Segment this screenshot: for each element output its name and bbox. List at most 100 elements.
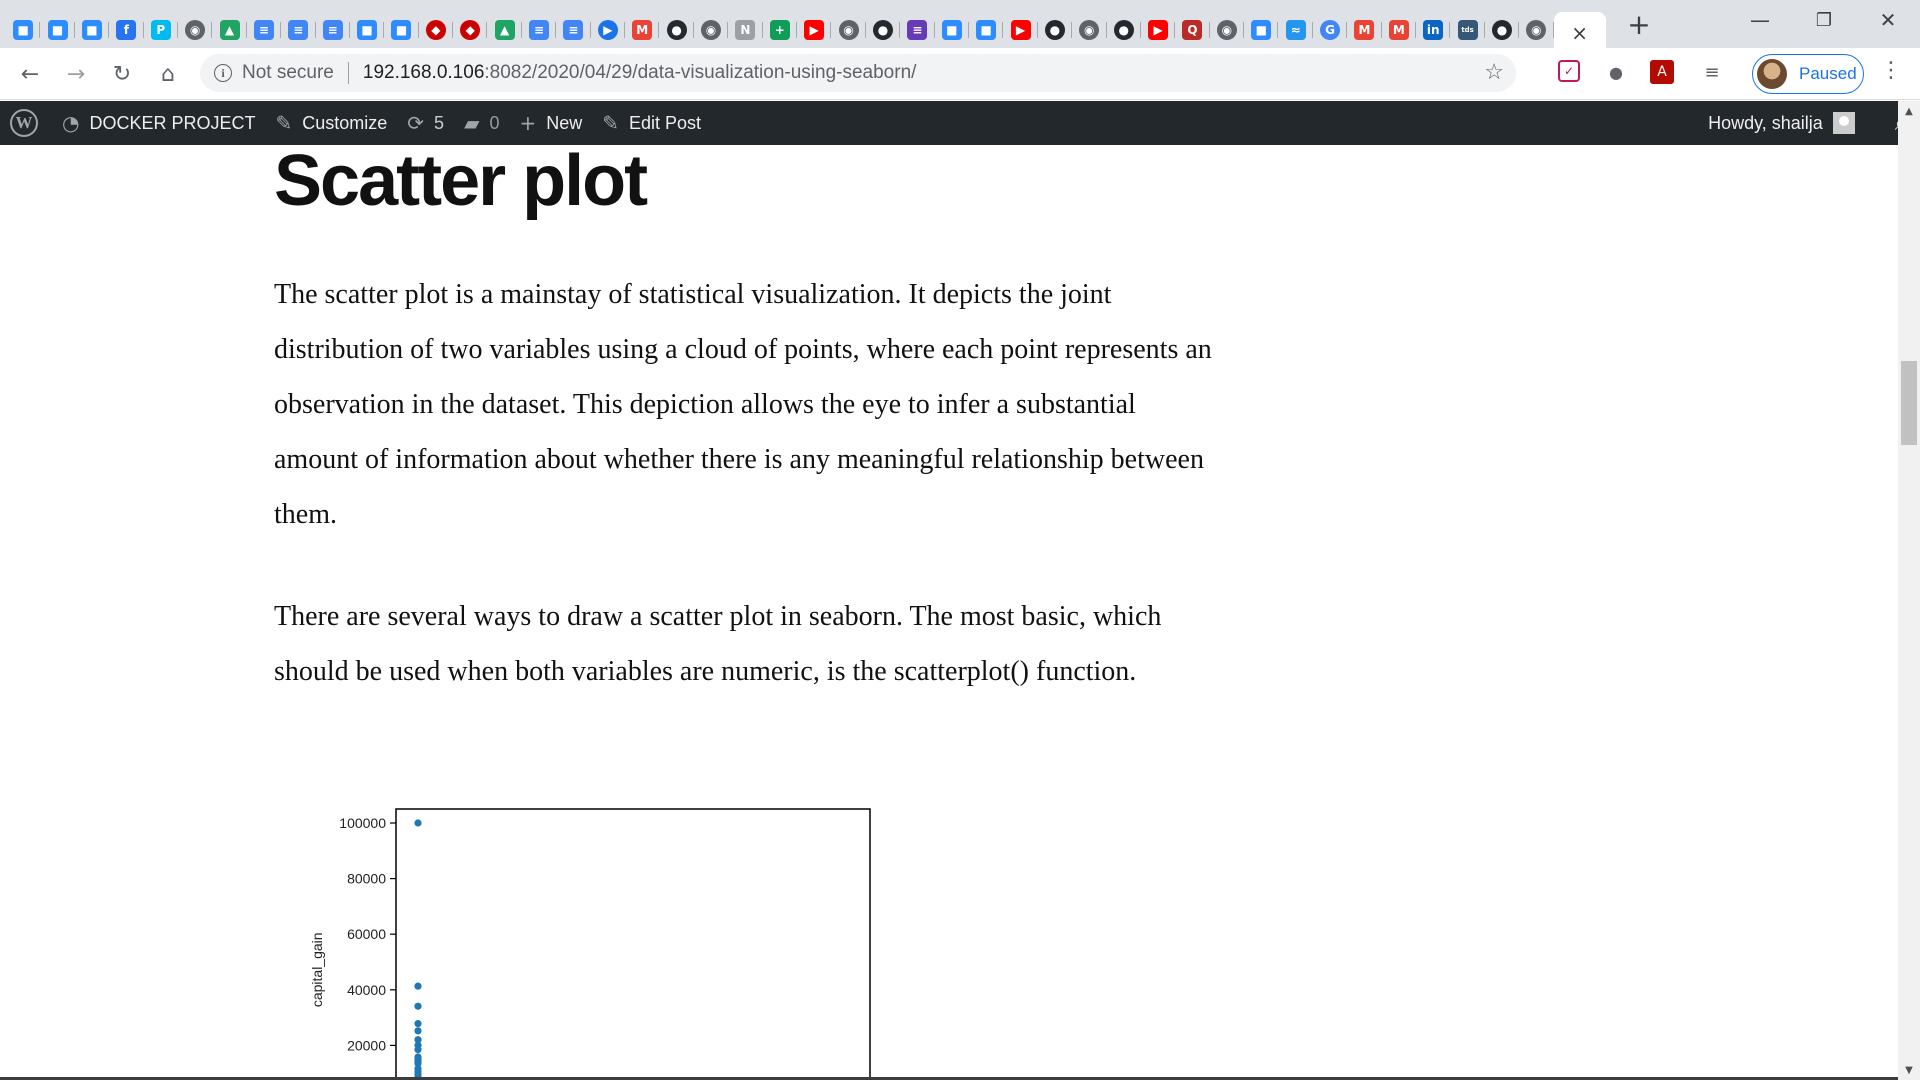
browser-tab[interactable]: ▲ [487, 13, 523, 47]
browser-tab[interactable]: ▶ [797, 13, 832, 47]
scatter-point [414, 819, 422, 827]
browser-tab[interactable]: M [625, 13, 660, 47]
page-scrollbar[interactable]: ▲ ▼ [1898, 101, 1920, 1080]
browser-tab[interactable]: M [1382, 13, 1417, 47]
scroll-thumb[interactable] [1901, 361, 1917, 445]
browser-tab[interactable]: ■ [40, 13, 76, 47]
pencil-icon: ✎ [602, 111, 620, 135]
browser-tab[interactable]: N [728, 13, 763, 47]
browser-tab[interactable]: ● [659, 13, 695, 47]
url-path[interactable]: :8082/2020/04/29/data-visualization-usin… [484, 62, 916, 84]
browser-tab[interactable]: ◉ [831, 13, 867, 47]
browser-tab[interactable]: ■ [350, 13, 385, 47]
new-content-link[interactable]: + New [509, 101, 592, 145]
browser-tab[interactable]: ◉ [1210, 13, 1245, 47]
browser-tab[interactable]: ≡ [316, 13, 351, 47]
flipkart-icon: f [116, 20, 137, 40]
edit-post-link[interactable]: ✎ Edit Post [592, 101, 711, 145]
address-bar[interactable]: i Not secure 192.168.0.106:8082/2020/04/… [200, 54, 1516, 92]
github-icon: ● [666, 20, 687, 40]
updates-link[interactable]: ⟳ 5 [397, 101, 454, 145]
browser-tab[interactable]: tds [1450, 13, 1486, 47]
comments-link[interactable]: ▰ 0 [454, 101, 509, 145]
scroll-up-arrow[interactable]: ▲ [1898, 101, 1920, 121]
browser-tab[interactable]: f [109, 13, 144, 47]
browser-tab[interactable]: ◉ [694, 13, 729, 47]
restore-button[interactable]: ❐ [1792, 0, 1856, 40]
back-button[interactable]: ← [12, 56, 48, 92]
browser-menu-icon[interactable]: ⋮ [1880, 58, 1902, 83]
browser-tab[interactable]: ≈ [1278, 13, 1314, 47]
scroll-down-arrow[interactable]: ▼ [1898, 1060, 1920, 1080]
zoom-icon: ■ [391, 20, 412, 40]
browser-tab[interactable]: ≡ [900, 13, 935, 47]
browser-tab[interactable]: ≡ [247, 13, 282, 47]
github-icon: ● [1044, 20, 1065, 40]
reload-button[interactable]: ↻ [104, 56, 140, 92]
site-name-link[interactable]: ◔ DOCKER PROJECT [52, 101, 265, 145]
browser-tab[interactable]: G [1313, 13, 1348, 47]
browser-tab[interactable]: ■ [935, 13, 970, 47]
close-tab-icon[interactable]: × [1571, 21, 1588, 45]
customize-link[interactable]: ✎ Customize [265, 101, 397, 145]
y-tick-label: 60000 [347, 926, 386, 942]
google-drive-icon: ▲ [494, 20, 515, 40]
info-icon[interactable]: i [214, 64, 232, 82]
browser-tab[interactable]: ◉ [1519, 13, 1554, 47]
browser-tab[interactable]: ■ [969, 13, 1004, 47]
browser-tab[interactable]: ▶ [1141, 13, 1176, 47]
profile-button[interactable]: Paused [1752, 54, 1864, 94]
browser-tab[interactable]: ▲ [212, 13, 248, 47]
security-status[interactable]: Not secure [242, 62, 334, 84]
browser-tab[interactable]: in [1416, 13, 1451, 47]
github-icon: ● [872, 20, 893, 40]
zoom-icon: ■ [357, 20, 378, 40]
browser-tab[interactable]: ◆ [453, 13, 488, 47]
browser-tab[interactable]: ≡ [522, 13, 557, 47]
forward-button[interactable]: → [58, 56, 94, 92]
browser-tab[interactable]: + [763, 13, 798, 47]
y-axis-ticks: 100000 80000 60000 40000 20000 [339, 815, 396, 1053]
acrobat-extension-icon[interactable]: A [1650, 60, 1674, 84]
my-account-link[interactable]: Howdy, shailja [1698, 101, 1865, 145]
browser-tab[interactable]: ≡ [281, 13, 316, 47]
browser-tab[interactable]: P [144, 13, 179, 47]
browser-tab[interactable]: ■ [384, 13, 420, 47]
browser-tab[interactable]: M [1347, 13, 1383, 47]
wp-admin-bar: W ◔ DOCKER PROJECT ✎ Customize ⟳ 5 ▰ 0 +… [0, 101, 1920, 145]
tds-icon: tds [1457, 20, 1478, 40]
howdy-label: Howdy, shailja [1708, 112, 1823, 133]
browser-tab[interactable]: ◆ [419, 13, 454, 47]
y-tick-label: 20000 [347, 1037, 386, 1053]
url-host[interactable]: 192.168.0.106 [363, 62, 485, 84]
scatter-point [414, 982, 422, 990]
wordpress-logo-icon[interactable]: W [10, 109, 38, 137]
scatter-point [414, 1002, 422, 1010]
bookmark-star-icon[interactable]: ☆ [1484, 60, 1504, 85]
tab-list: ■ ■ ■ f P ◉ ▲ ≡ ≡ ≡ ■ ■ ◆ ◆ ▲ ≡ ≡ ▶ M ● ◉ N + ▶ ◉ ● ≡ ■ ■ ▶ ● ◉ ● ▶ Q ◉ ■ ≈ G M… [6, 6, 1606, 54]
browser-tab[interactable]: ● [1038, 13, 1073, 47]
browser-tab[interactable]: Q [1175, 13, 1211, 47]
y-tick-label: 80000 [347, 871, 386, 887]
browser-tab[interactable]: ■ [1244, 13, 1279, 47]
browser-tab[interactable]: ▶ [1003, 13, 1039, 47]
browser-tab[interactable]: ▶ [591, 13, 626, 47]
close-window-button[interactable]: ✕ [1856, 0, 1920, 40]
browser-tab[interactable]: ◉ [1072, 13, 1107, 47]
browser-tab[interactable]: ≡ [556, 13, 592, 47]
edit-post-label: Edit Post [629, 112, 702, 133]
browser-tab[interactable]: ■ [6, 13, 41, 47]
browser-tab[interactable]: ● [1485, 13, 1520, 47]
scatter-point [414, 1046, 422, 1054]
browser-tab[interactable]: ● [866, 13, 901, 47]
home-button[interactable]: ⌂ [150, 56, 186, 92]
lightbulb-extension-icon[interactable]: ● [1604, 60, 1628, 84]
browser-tab[interactable]: ● [1107, 13, 1142, 47]
media-control-icon[interactable]: ≡ [1700, 60, 1724, 84]
minimize-button[interactable]: — [1728, 0, 1792, 40]
paragraph-scatterplot: There are several ways to draw a scatter… [274, 601, 1162, 687]
new-tab-button[interactable]: + [1624, 8, 1654, 41]
browser-tab[interactable]: ◉ [178, 13, 213, 47]
pocket-extension-icon[interactable]: ✓ [1558, 60, 1580, 82]
browser-tab[interactable]: ■ [75, 13, 110, 47]
